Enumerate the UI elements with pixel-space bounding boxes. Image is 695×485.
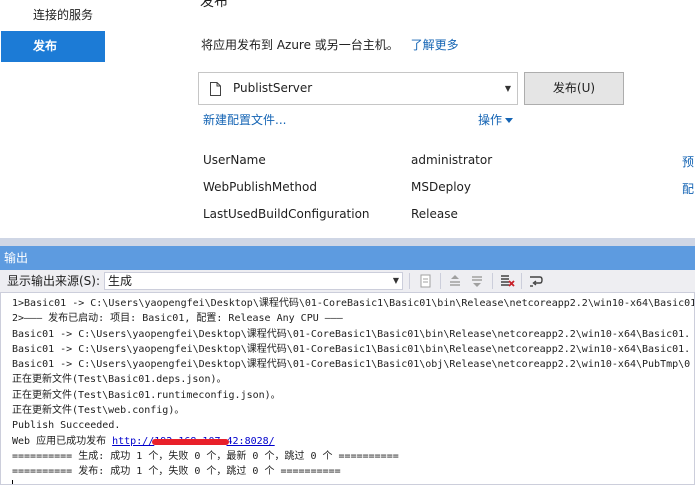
go-to-next-message-icon[interactable] [469,273,485,289]
nav-item-connected-services[interactable]: 连接的服务 [1,0,105,31]
nav-item-label: 连接的服务 [33,8,94,22]
output-line: 正在更新文件(Test\web.config)。 [12,405,185,417]
output-window: 输出 显示输出来源(S): 生成 ▼ 1>Basic01 -> C:\Users… [0,238,695,485]
configure-link[interactable]: 配 [682,180,694,197]
go-to-previous-message-icon[interactable] [447,273,463,289]
document-icon [210,82,221,96]
output-text-area[interactable]: 1>Basic01 -> C:\Users\yaopengfei\Desktop… [0,292,695,485]
actions-label: 操作 [478,113,503,127]
text-caret [12,480,13,484]
find-message-in-code-icon[interactable] [418,273,434,289]
web-publish-success-line: Web 应用已成功发布 http://192.168.107.42:8028/ [12,434,694,449]
property-value: MSDeploy [411,180,471,194]
publish-button[interactable]: 发布(U) [524,72,624,105]
publish-profile-dropdown[interactable]: PublistServer ▼ [198,72,518,105]
profile-name: PublistServer [233,81,313,95]
chevron-down-icon: ▼ [504,84,511,93]
output-line: 2>——— 发布已启动: 项目: Basic01, 配置: Release An… [12,313,343,325]
left-nav: 连接的服务 发布 [0,0,112,238]
output-source-label: 显示输出来源(S): [7,274,101,288]
output-toolbar: 显示输出来源(S): 生成 ▼ [0,270,695,292]
learn-more-link[interactable]: 了解更多 [411,38,459,52]
output-line: ========== 发布: 成功 1 个，失败 0 个，跳过 0 个 ====… [12,466,341,478]
output-line: 1>Basic01 -> C:\Users\yaopengfei\Desktop… [12,298,695,309]
output-title: 输出 [4,251,29,265]
page-title: 发布 [200,0,228,10]
output-source-value: 生成 [108,274,133,288]
publish-description: 将应用发布到 Azure 或另一台主机。 了解更多 [201,36,459,53]
output-line: 正在更新文件(Test\Basic01.deps.json)。 [12,374,227,386]
web-success-text: Web 应用已成功发布 [12,435,113,447]
output-line: Basic01 -> C:\Users\yaopengfei\Desktop\课… [12,343,691,355]
output-line: 正在更新文件(Test\Basic01.runtimeconfig.json)。 [12,389,281,401]
property-value: administrator [411,153,493,167]
output-line: Basic01 -> C:\Users\yaopengfei\Desktop\课… [12,328,691,340]
clear-all-icon[interactable] [499,273,515,289]
output-line-cursor [12,480,694,484]
toolbar-separator [521,273,522,289]
property-value: Release [411,207,458,221]
output-line: ========== 生成: 成功 1 个，失败 0 个，最新 0 个，跳过 0… [12,450,399,462]
url-end: 42:8028/ [226,435,275,447]
toolbar-separator [440,273,441,289]
property-key: WebPublishMethod [203,180,317,194]
toolbar-separator [409,273,410,289]
new-profile-link[interactable]: 新建配置文件... [203,111,286,128]
property-key: UserName [203,153,266,167]
publish-page: 连接的服务 发布 发布 将应用发布到 Azure 或另一台主机。 了解更多 Pu… [0,0,695,238]
nav-item-label: 发布 [33,39,58,53]
nav-item-publish[interactable]: 发布 [1,31,105,62]
output-line: Publish Succeeded. [12,420,121,432]
dropdown-triangle-icon [505,118,514,123]
redacted-ip: 192.168.107. [152,434,229,449]
actions-menu-link[interactable]: 操作 [478,111,514,128]
output-titlebar[interactable]: 输出 [0,246,695,270]
chevron-down-icon: ▼ [392,276,399,285]
output-line: Basic01 -> C:\Users\yaopengfei\Desktop\课… [12,359,691,371]
preview-link[interactable]: 预 [682,153,694,170]
output-source-dropdown[interactable]: 生成 ▼ [104,272,403,290]
property-key: LastUsedBuildConfiguration [203,207,370,221]
toggle-word-wrap-icon[interactable] [528,273,544,289]
published-url-link[interactable]: http://192.168.107.42:8028/ [112,436,275,447]
description-text: 将应用发布到 Azure 或另一台主机。 [201,38,399,52]
toolbar-separator [492,273,493,289]
url-start: http:// [112,435,155,447]
